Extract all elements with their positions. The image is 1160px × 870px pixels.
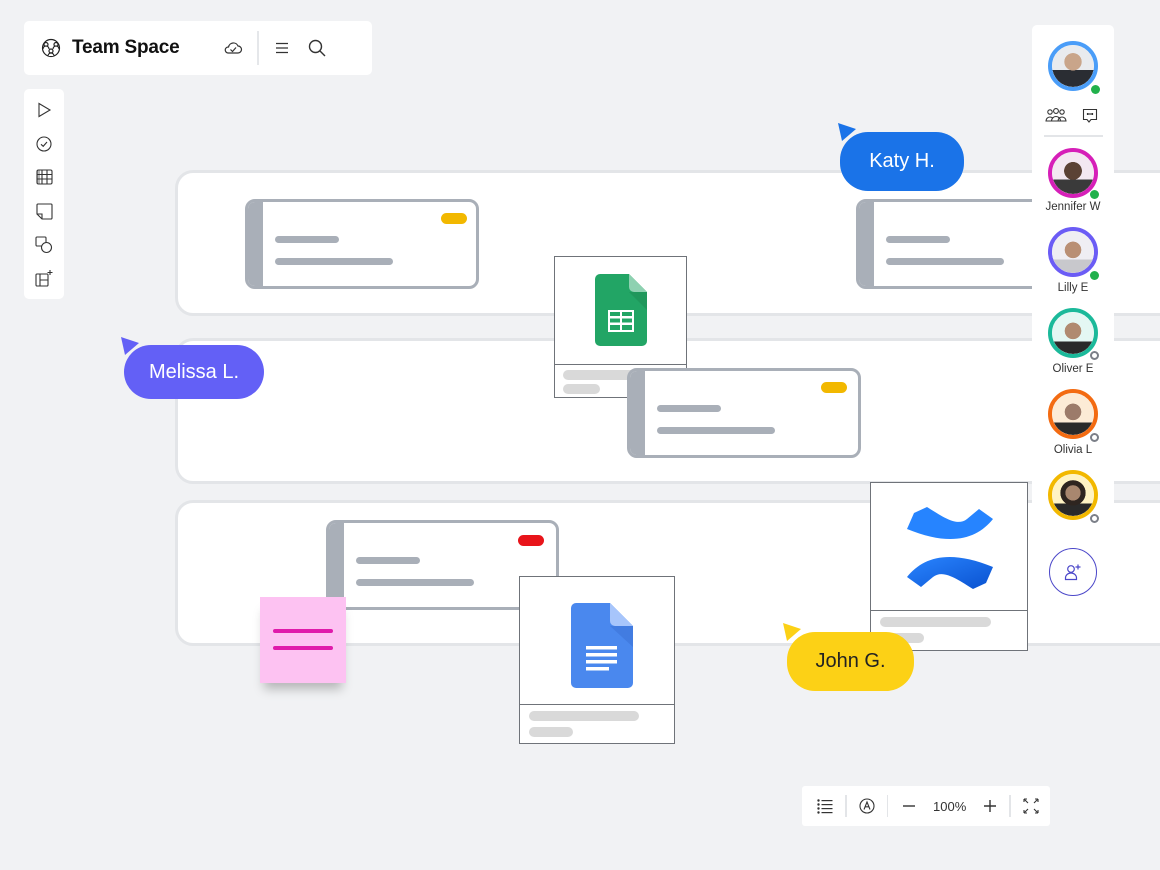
cursor-name: Katy H. — [869, 150, 935, 172]
user-name: Oliver E — [1052, 363, 1094, 375]
file-card-divider — [520, 704, 674, 705]
toolbar-divider — [886, 795, 888, 817]
search-icon[interactable] — [308, 39, 326, 57]
card-placeholder-line — [657, 427, 775, 434]
google-docs-icon — [571, 603, 633, 693]
file-meta-placeholder — [563, 384, 600, 394]
user-avatar-oliver[interactable] — [1048, 308, 1098, 358]
confluence-icon — [905, 505, 995, 596]
pointer-icon[interactable] — [34, 100, 54, 120]
file-card-confluence[interactable] — [870, 482, 1028, 651]
status-offline-indicator — [1090, 351, 1099, 360]
zoom-controls-bar: 100% — [802, 786, 1050, 826]
task-card[interactable] — [245, 199, 479, 289]
user-avatar-lilly[interactable] — [1048, 227, 1098, 277]
add-user-button[interactable] — [1049, 548, 1097, 596]
tool-palette — [24, 89, 64, 299]
sticky-note-line — [273, 646, 333, 650]
card-tag — [441, 213, 467, 224]
people-icon[interactable] — [1045, 107, 1067, 123]
user-name: Olivia L — [1053, 444, 1093, 456]
card-accent-bar — [329, 523, 344, 607]
card-tag — [518, 535, 544, 546]
card-placeholder-line — [886, 236, 950, 243]
check-circle-icon[interactable] — [34, 134, 54, 154]
outline-icon[interactable] — [817, 798, 833, 814]
user-avatar-olivia[interactable] — [1048, 389, 1098, 439]
zoom-in-icon[interactable] — [983, 799, 997, 813]
card-tag — [821, 382, 847, 393]
team-icon[interactable] — [40, 37, 62, 59]
cursor-label-katy: Katy H. — [840, 132, 964, 191]
cursor-label-melissa: Melissa L. — [124, 345, 264, 399]
cursor-name: John G. — [815, 650, 886, 672]
file-card-divider — [871, 610, 1027, 611]
card-placeholder-line — [275, 236, 339, 243]
google-sheets-icon — [595, 274, 647, 351]
card-placeholder-line — [275, 258, 393, 265]
header-divider — [257, 31, 260, 65]
card-placeholder-line — [657, 405, 721, 412]
add-frame-icon[interactable] — [34, 268, 54, 288]
sticky-note-icon[interactable] — [34, 201, 54, 221]
shapes-icon[interactable] — [34, 235, 54, 255]
page-title: Team Space — [72, 37, 180, 58]
accessibility-icon[interactable] — [858, 798, 875, 814]
card-accent-bar — [248, 202, 263, 286]
comment-icon[interactable] — [1082, 108, 1098, 124]
card-placeholder-line — [886, 258, 1004, 265]
add-user-icon — [1064, 563, 1082, 581]
card-accent-bar — [859, 202, 874, 286]
file-card-divider — [555, 364, 686, 365]
file-name-placeholder — [529, 711, 639, 721]
task-card[interactable] — [627, 368, 861, 458]
status-offline-indicator — [1090, 433, 1099, 442]
file-card-google-docs[interactable] — [519, 576, 675, 744]
zoom-level: 100% — [933, 798, 967, 814]
sticky-note[interactable] — [260, 597, 346, 683]
card-accent-bar — [630, 371, 645, 455]
zoom-out-icon[interactable] — [902, 799, 916, 813]
current-user-avatar[interactable] — [1048, 41, 1098, 91]
collaborators-panel: Jennifer W Lilly E Oliver E Olivia L — [1032, 25, 1114, 530]
file-meta-placeholder — [529, 727, 573, 737]
fullscreen-icon[interactable] — [1023, 798, 1039, 814]
cursor-label-john: John G. — [787, 632, 914, 691]
sticky-note-line — [273, 629, 333, 633]
header-bar: Team Space — [24, 21, 372, 75]
cursor-name: Melissa L. — [148, 360, 240, 383]
status-online-indicator — [1090, 271, 1099, 280]
panel-divider — [1044, 135, 1103, 137]
card-placeholder-line — [356, 579, 474, 586]
user-avatar[interactable] — [1048, 470, 1098, 520]
file-name-placeholder — [880, 617, 991, 627]
status-offline-indicator — [1090, 514, 1099, 523]
user-name: Lilly E — [1057, 282, 1089, 294]
cloud-sync-icon[interactable] — [223, 40, 243, 56]
card-placeholder-line — [356, 557, 420, 564]
status-online-indicator — [1091, 85, 1100, 94]
user-name: Jennifer W — [1045, 201, 1101, 213]
toolbar-divider — [1009, 795, 1011, 817]
table-icon[interactable] — [34, 167, 54, 187]
menu-icon[interactable] — [275, 42, 289, 54]
toolbar-divider — [845, 795, 847, 817]
status-online-indicator — [1090, 190, 1099, 199]
